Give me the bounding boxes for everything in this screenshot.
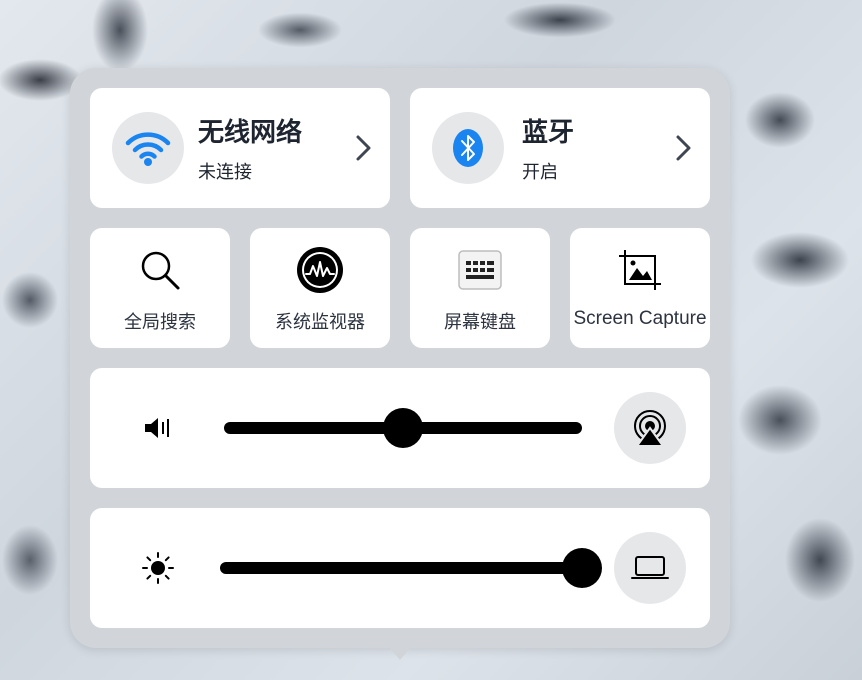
- screen-capture-button[interactable]: Screen Capture: [570, 228, 710, 348]
- volume-slider-track[interactable]: [224, 408, 582, 448]
- global-search-button[interactable]: 全局搜索: [90, 228, 230, 348]
- screen-capture-label: Screen Capture: [573, 308, 707, 329]
- display-button[interactable]: [614, 532, 686, 604]
- volume-control: [90, 368, 710, 488]
- bluetooth-title: 蓝牙: [522, 118, 575, 148]
- panel-pointer: [388, 646, 412, 660]
- global-search-label: 全局搜索: [124, 312, 196, 333]
- wifi-icon: [125, 132, 171, 166]
- bluetooth-toggle[interactable]: [432, 112, 504, 184]
- wifi-card[interactable]: 无线网络 未连接: [90, 88, 390, 208]
- onscreen-keyboard-button[interactable]: 屏幕键盘: [410, 228, 550, 348]
- bluetooth-card[interactable]: 蓝牙 开启: [410, 88, 710, 208]
- volume-icon[interactable]: [138, 412, 178, 444]
- bluetooth-icon: [453, 129, 483, 167]
- brightness-slider-thumb[interactable]: [562, 548, 602, 588]
- brightness-icon: [138, 552, 178, 584]
- volume-slider-thumb[interactable]: [383, 408, 423, 448]
- search-icon: [136, 246, 184, 294]
- brightness-slider-track[interactable]: [220, 548, 602, 588]
- system-monitor-button[interactable]: 系统监视器: [250, 228, 390, 348]
- onscreen-keyboard-label: 屏幕键盘: [444, 312, 516, 333]
- audio-output-button[interactable]: [614, 392, 686, 464]
- audio-output-icon: [634, 410, 666, 447]
- keyboard-icon: [456, 246, 504, 294]
- control-center-panel: 无线网络 未连接 蓝牙 开启 全局搜索 系统监视器 屏幕键盘 Screen Ca…: [70, 68, 730, 648]
- system-monitor-icon: [296, 246, 344, 294]
- chevron-right-icon[interactable]: [670, 132, 694, 164]
- system-monitor-label: 系统监视器: [275, 312, 365, 333]
- chevron-right-icon[interactable]: [350, 132, 374, 164]
- wifi-title: 无线网络: [198, 118, 303, 148]
- screen-capture-icon: [616, 246, 664, 294]
- wifi-status: 未连接: [198, 162, 252, 183]
- display-icon: [631, 556, 669, 579]
- bluetooth-status: 开启: [522, 162, 558, 183]
- wifi-toggle[interactable]: [112, 112, 184, 184]
- brightness-control: [90, 508, 710, 628]
